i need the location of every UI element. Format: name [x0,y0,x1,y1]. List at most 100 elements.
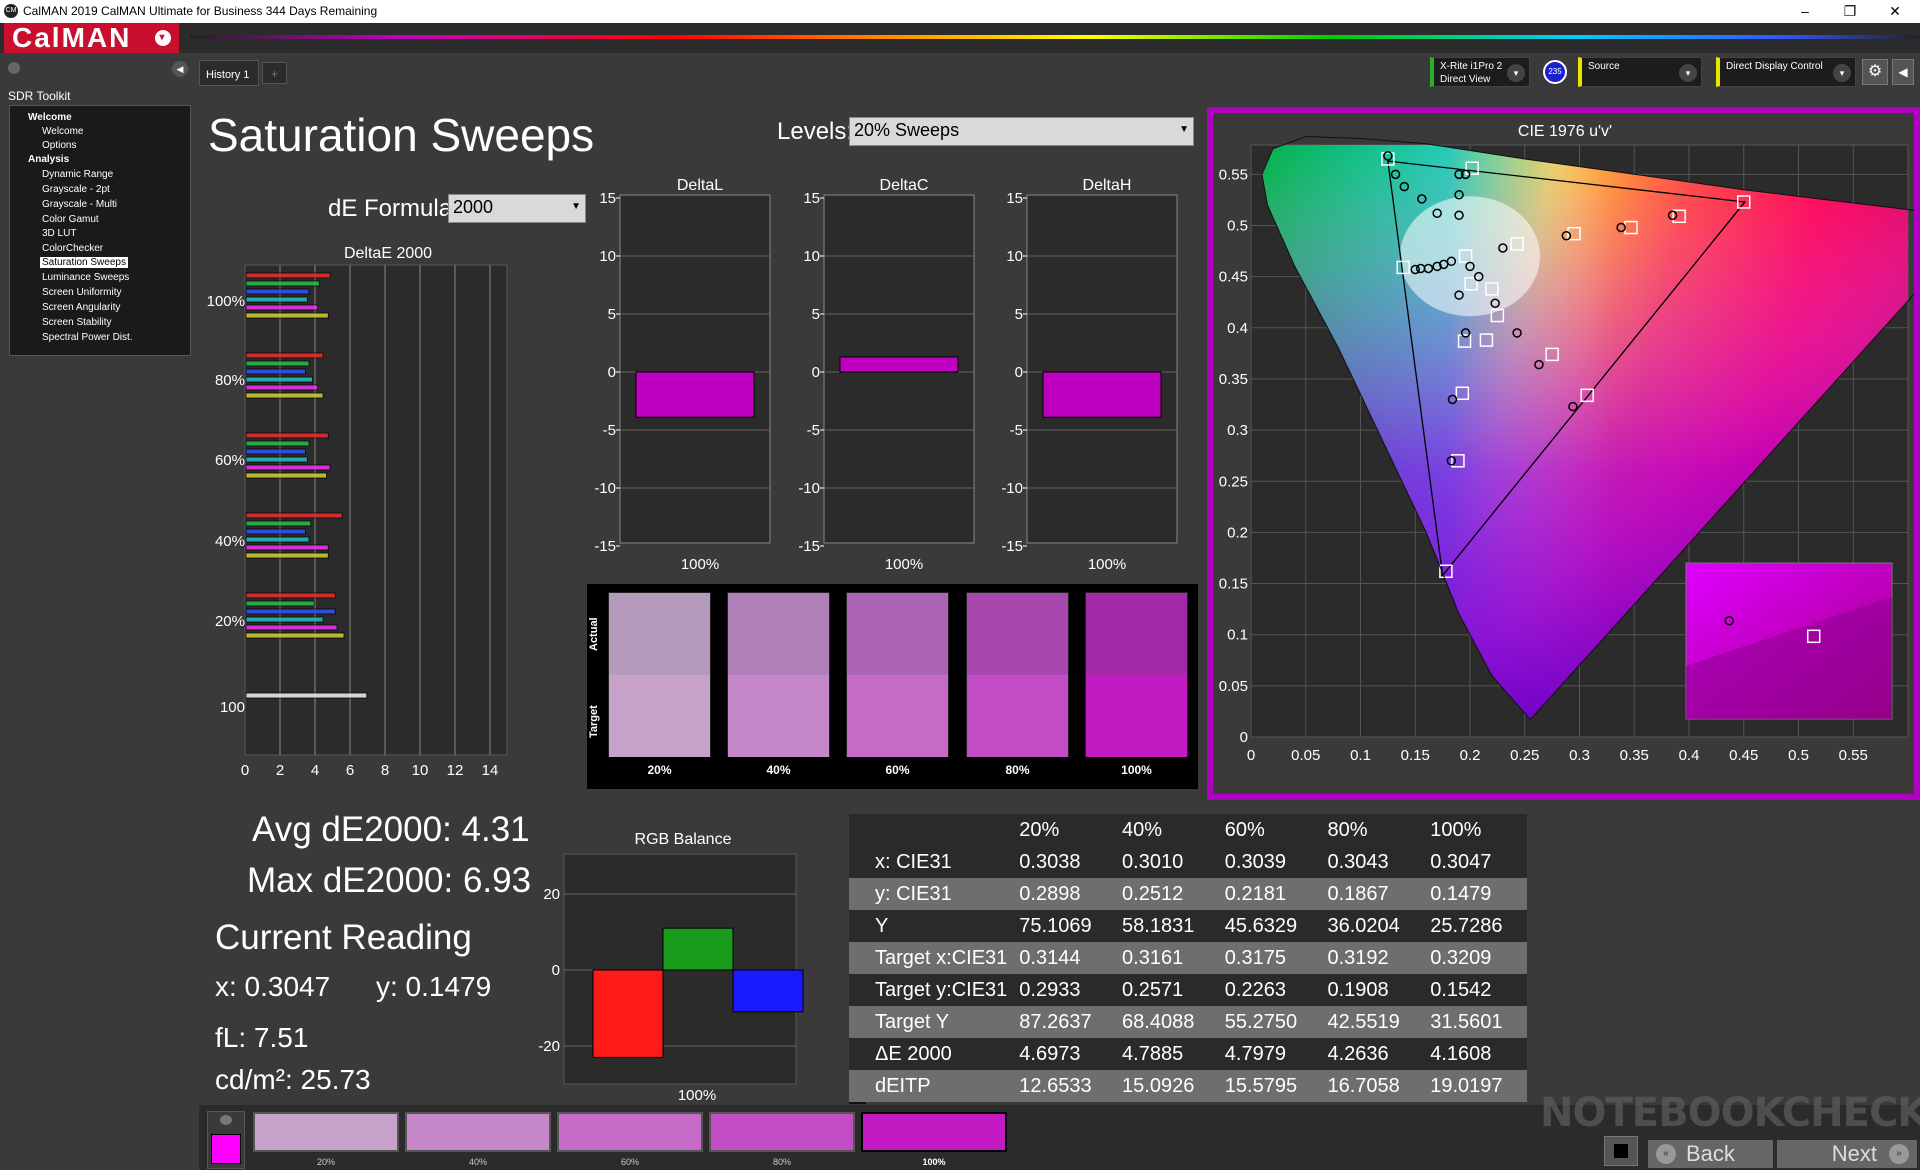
minimize-button[interactable]: – [1785,1,1825,21]
table-cell: 4.1608 [1430,1042,1492,1065]
nav-color-gamut[interactable]: Color Gamut [42,214,99,225]
logo-menu-icon[interactable]: ▾ [155,30,171,46]
nav-welcome[interactable]: Welcome [42,126,84,137]
table-cell: 0.2181 [1224,882,1286,905]
tab-history-1[interactable]: History 1 [199,60,259,86]
nav-3d-lut[interactable]: 3D LUT [42,228,76,239]
table-row-label: Y [875,914,889,937]
nav-spectral-power[interactable]: Spectral Power Dist. [42,332,133,343]
table-row-label: x: CIE31 [875,850,952,873]
workflow-tree: Welcome Welcome Options Analysis Dynamic… [9,105,191,356]
cie-y-tick: 0.25 [1219,473,1248,490]
logo-text: CalMAN [12,22,132,53]
nav-analysis-group[interactable]: Analysis [28,154,69,165]
swatch-label: 40% [766,763,791,777]
levels-value: 20% Sweeps [854,120,960,140]
delta-chart-title: DeltaC [880,177,929,194]
table-cell: 0.2263 [1224,978,1286,1001]
add-tab-button[interactable]: + [262,62,287,84]
de-formula-dropdown[interactable]: 2000 ▼ [448,194,586,223]
table-header-cell: 20% [1019,818,1060,841]
collapse-right-icon[interactable]: ◀ [1892,59,1914,85]
delta-xlabel: 100% [681,556,719,573]
cie-x-tick: 0.35 [1620,747,1649,764]
nav-saturation-sweeps[interactable]: Saturation Sweeps [40,257,128,268]
deltae-group-label: 60% [215,452,245,469]
back-button[interactable]: « Back [1648,1140,1773,1168]
collapse-icon[interactable]: ◀ [172,61,188,77]
delta-y-tick: -10 [798,480,820,497]
nav-screen-angularity[interactable]: Screen Angularity [42,302,120,313]
table-cell: 0.1479 [1430,882,1492,905]
nav-grayscale-multi[interactable]: Grayscale - Multi [42,199,117,210]
close-button[interactable]: ✕ [1875,1,1915,21]
source-selector[interactable]: Source ▾ [1578,57,1702,87]
display-selector[interactable]: Direct Display Control ▾ [1716,57,1856,87]
next-button[interactable]: Next » [1777,1140,1917,1168]
deltae-group-label: 100 [220,699,245,716]
bottom-swatch-40pct[interactable] [405,1112,551,1152]
table-row-label: dEITP [875,1074,931,1097]
pin-icon[interactable] [8,62,20,74]
table-header-cell: 60% [1224,818,1265,841]
table-cell: 31.5601 [1430,1010,1503,1033]
deltae-bar [245,464,331,471]
table-cell: 12.6533 [1019,1074,1092,1097]
bottom-swatch-100pct[interactable] [861,1112,1007,1152]
table-row: dEITP 12.6533 15.0926 15.5795 16.7058 19.0197 [849,1070,1527,1102]
meter-badge[interactable]: 235 [1543,60,1567,84]
nav-screen-uniformity[interactable]: Screen Uniformity [42,287,121,298]
nav-welcome-group[interactable]: Welcome [28,112,72,123]
levels-dropdown[interactable]: 20% Sweeps ▼ [849,117,1194,146]
table-header-cell [849,814,1013,846]
deltae-bar [245,288,310,295]
nav-options[interactable]: Options [42,140,76,151]
nav-colorchecker[interactable]: ColorChecker [42,243,103,254]
deltae-bar [245,376,313,383]
delta-y-tick: 0 [1015,364,1023,381]
bottom-swatch-label: 80% [772,1157,791,1167]
table-cell: 0.1867 [1327,882,1389,905]
deltae-bar [245,280,320,287]
table-cell: 0.2512 [1122,882,1184,905]
meter-selector[interactable]: X-Rite i1Pro 2 Direct View ▾ [1430,57,1530,87]
page-title: Saturation Sweeps [208,109,595,161]
table-row-label: y: CIE31 [875,882,952,905]
deltae-bar [245,608,336,615]
deltae-bar [245,472,327,479]
nav-grayscale-2pt[interactable]: Grayscale - 2pt [42,184,110,195]
title-bar: CM CalMAN 2019 CalMAN Ultimate for Busin… [0,0,1920,23]
maximize-button[interactable]: ❐ [1830,1,1870,21]
table-row-label: Target x:CIE31 [875,946,1008,969]
deltae-x-tick: 12 [447,762,464,779]
current-color-panel [207,1111,245,1169]
delta-y-tick: -5 [1010,422,1023,439]
nav-luminance-sweeps[interactable]: Luminance Sweeps [42,272,129,283]
deltae-x-tick: 14 [482,762,499,779]
delta-chart-deltac: DeltaC 15 10 5 0 -5 -10 -15 100% [798,177,975,573]
cie-x-tick: 0.5 [1788,747,1809,764]
delta-y-tick: -5 [603,422,616,439]
actual-label-wrap: Actual [588,606,604,656]
nav-dynamic-range[interactable]: Dynamic Range [42,169,113,180]
deltae-x-tick: 6 [346,762,354,779]
deltae-bar [245,528,306,535]
stop-button[interactable] [1604,1136,1638,1166]
table-cell: 0.3209 [1430,946,1492,969]
table-cell: 0.3047 [1430,850,1492,873]
next-icon: » [1889,1144,1909,1164]
delta-bar [1042,371,1162,418]
nav-screen-stability[interactable]: Screen Stability [42,317,111,328]
delta-chart-deltah: DeltaH 15 10 5 0 -5 -10 -15 100% [1001,177,1178,573]
delta-plot-bg [619,194,771,544]
bottom-swatch-20pct[interactable] [253,1112,399,1152]
eject-icon[interactable] [220,1115,232,1125]
bottom-swatch-80pct[interactable] [709,1112,855,1152]
gear-icon[interactable]: ⚙ [1862,59,1888,85]
table-row: Target Y 87.2637 68.4088 55.2750 42.5519 31.5… [849,1006,1527,1038]
deltae-bar [245,544,329,551]
cie-y-tick: 0.55 [1219,166,1248,183]
bottom-swatch-60pct[interactable] [557,1112,703,1152]
calman-logo[interactable]: CalMAN ▾ [4,23,179,53]
deltae-bar [245,512,343,519]
